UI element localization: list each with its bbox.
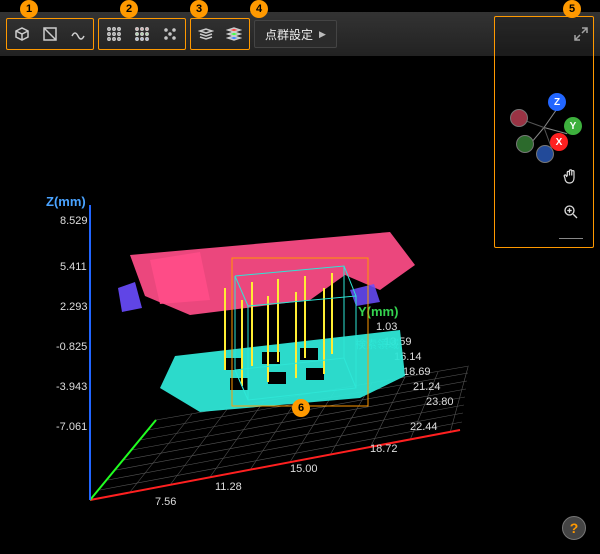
x-tick: 15.00 [290, 463, 318, 475]
zoom-in-icon[interactable] [562, 203, 580, 226]
axis-widget[interactable]: Z Y X [506, 89, 582, 165]
cube-icon[interactable] [9, 21, 35, 47]
callout-badge: 6 [292, 399, 310, 417]
z-tick: 8.529 [60, 215, 88, 227]
callout-badge: 3 [190, 0, 208, 18]
axis-widget-neg1[interactable] [510, 109, 528, 127]
toolbar-group-layers [190, 18, 250, 50]
y-tick: 18.69 [403, 366, 431, 378]
z-tick: 5.411 [60, 261, 87, 273]
toolbar-group-view [6, 18, 94, 50]
toolbar-group-grid [98, 18, 186, 50]
axis-widget-neg2[interactable] [516, 135, 534, 153]
callout-badge: 5 [563, 0, 581, 18]
z-tick: 2.293 [60, 301, 88, 313]
axis-widget-neg3[interactable] [536, 145, 554, 163]
pan-tool-icon[interactable] [562, 168, 580, 191]
y-tick: 21.24 [413, 381, 441, 393]
grid-sparse-icon[interactable] [157, 21, 183, 47]
x-tick: 7.56 [155, 496, 176, 508]
point-cloud-viewer: Z(mm) 8.529 5.411 2.293 -0.825 -3.943 -7… [0, 0, 600, 554]
callout-badge: 4 [250, 0, 268, 18]
z-tick: -3.943 [56, 381, 87, 393]
axis-widget-x[interactable]: X [550, 133, 568, 151]
chevron-right-icon: ▶ [319, 29, 326, 40]
pointcloud-settings-dropdown[interactable]: 点群設定 ▶ [254, 20, 337, 48]
y-axis-label: Y(mm) [358, 304, 398, 319]
x-tick: 22.44 [410, 421, 438, 433]
help-button[interactable]: ? [562, 516, 586, 540]
x-tick: 11.28 [215, 481, 242, 493]
dropdown-label: 点群設定 [265, 26, 313, 43]
grid-color-icon[interactable] [129, 21, 155, 47]
z-tick: -7.061 [56, 421, 87, 433]
axis-widget-y[interactable]: Y [564, 117, 582, 135]
callout-badge: 2 [120, 0, 138, 18]
layers-color-icon[interactable] [221, 21, 247, 47]
x-tick: 18.72 [370, 443, 398, 455]
z-tick: -0.825 [56, 341, 87, 353]
help-icon: ? [570, 520, 579, 536]
wave-icon[interactable] [65, 21, 91, 47]
sliced-icon[interactable] [37, 21, 63, 47]
y-tick: 23.80 [426, 396, 454, 408]
view-nav-panel: Z Y X [494, 16, 594, 248]
axis-widget-z[interactable]: Z [548, 93, 566, 111]
separator [559, 238, 583, 239]
z-axis-label: Z(mm) [46, 194, 86, 209]
grid-icon[interactable] [101, 21, 127, 47]
axis-y [90, 420, 156, 500]
selection-label: 検索領域 [355, 337, 399, 351]
layers-icon[interactable] [193, 21, 219, 47]
callout-badge: 1 [20, 0, 38, 18]
